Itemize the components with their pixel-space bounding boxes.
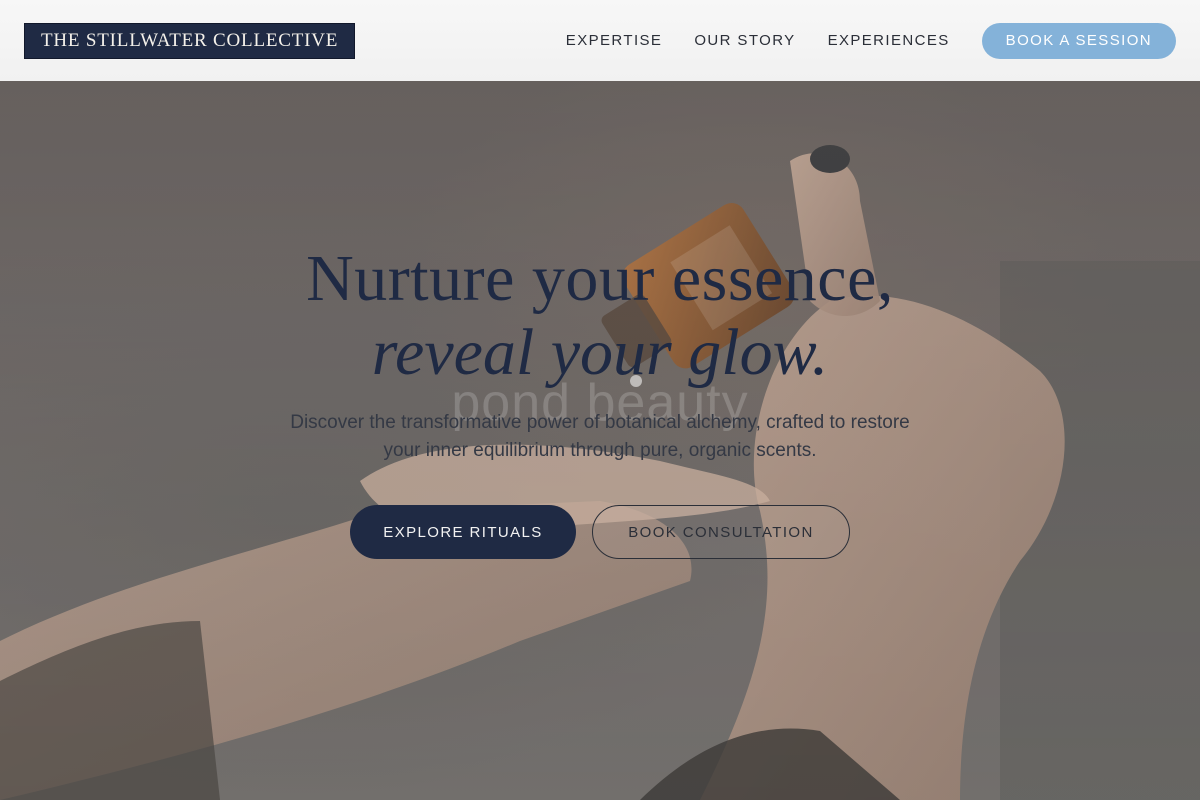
nav-link-our-story[interactable]: OUR STORY (694, 32, 795, 49)
site-header: THE STILLWATER COLLECTIVE EXPERTISE OUR … (0, 0, 1200, 81)
book-session-button[interactable]: BOOK A SESSION (981, 22, 1176, 59)
brand-logo[interactable]: THE STILLWATER COLLECTIVE (24, 22, 356, 59)
hero-section: Nurture your essence, reveal your glow. … (0, 81, 1200, 800)
hero-subtext: Discover the transformative power of bot… (290, 412, 910, 461)
nav-link-expertise[interactable]: EXPERTISE (566, 32, 663, 49)
nav-link-experiences[interactable]: EXPERIENCES (828, 32, 950, 49)
explore-rituals-button[interactable]: EXPLORE RITUALS (350, 505, 576, 559)
main-nav: EXPERTISE OUR STORY EXPERIENCES BOOK A S… (566, 22, 1176, 59)
hero-headline-line1: Nurture your essence, (306, 242, 894, 315)
book-consultation-button[interactable]: BOOK CONSULTATION (592, 505, 850, 559)
